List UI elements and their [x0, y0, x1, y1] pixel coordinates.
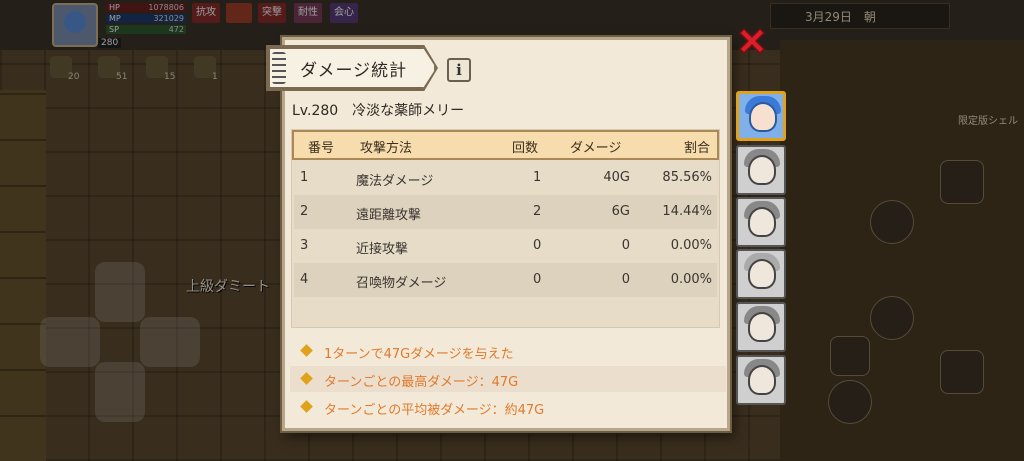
- face: [748, 259, 776, 289]
- diamond-bullet-icon: [300, 344, 313, 357]
- party-member-tab[interactable]: [736, 145, 786, 195]
- row-damage: 0: [621, 272, 630, 287]
- table-row: 1 魔法ダメージ 1 40G 85.56%: [294, 161, 717, 195]
- col-method: 攻撃方法: [360, 141, 413, 156]
- row-index: 2: [300, 204, 309, 219]
- diamond-bullet-icon: [300, 400, 313, 413]
- face: [748, 207, 776, 237]
- close-icon[interactable]: [735, 24, 769, 58]
- row-index: 4: [300, 272, 309, 287]
- table-header: 番号 攻撃方法 回数 ダメージ 割合: [292, 130, 719, 160]
- row-count: 1: [533, 170, 542, 185]
- row-index: 1: [300, 170, 309, 185]
- row-ratio: 0.00%: [670, 272, 712, 287]
- party-member-tab[interactable]: [736, 249, 786, 299]
- summary-item: ターンごとの平均被ダメージ：約47G: [290, 394, 726, 420]
- summary-text: 1ターンで47Gダメージを与えた: [324, 347, 514, 362]
- row-index: 3: [300, 238, 309, 253]
- character-name: Lv.280 冷淡な薬師メリー: [292, 103, 465, 119]
- face: [748, 155, 776, 185]
- row-ratio: 0.00%: [670, 238, 712, 253]
- table-row: 3 近接攻撃 0 0 0.00%: [294, 229, 717, 263]
- diamond-bullet-icon: [300, 372, 313, 385]
- row-ratio: 14.44%: [662, 204, 712, 219]
- face: [748, 365, 776, 395]
- row-damage: 0: [621, 238, 630, 253]
- row-count: 2: [533, 204, 542, 219]
- row-method: 魔法ダメージ: [356, 174, 434, 189]
- row-ratio: 85.56%: [662, 170, 712, 185]
- table-row: 4 召喚物ダメージ 0 0 0.00%: [294, 263, 717, 297]
- col-count: 回数: [512, 141, 539, 156]
- damage-table: 番号 攻撃方法 回数 ダメージ 割合 1 魔法ダメージ 1 40G 85.56%…: [291, 129, 720, 328]
- col-damage: ダメージ: [570, 141, 622, 156]
- face: [749, 102, 777, 132]
- party-member-tab[interactable]: [736, 355, 786, 405]
- dialog-title: ダメージ統計: [300, 61, 408, 81]
- face: [748, 312, 776, 342]
- row-method: 遠距離攻撃: [356, 208, 422, 223]
- row-method: 召喚物ダメージ: [356, 276, 447, 291]
- party-member-tab[interactable]: [736, 197, 786, 247]
- summary-text: ターンごとの最高ダメージ：47G: [324, 375, 519, 390]
- party-member-tab-selected[interactable]: [736, 91, 786, 141]
- row-damage: 40G: [603, 170, 630, 185]
- row-method: 近接攻撃: [356, 242, 409, 257]
- info-icon[interactable]: i: [447, 58, 471, 82]
- row-damage: 6G: [611, 204, 630, 219]
- col-index: 番号: [308, 141, 335, 156]
- summary-item: 1ターンで47Gダメージを与えた: [290, 338, 726, 364]
- party-member-tab[interactable]: [736, 302, 786, 352]
- row-count: 0: [533, 238, 542, 253]
- row-count: 0: [533, 272, 542, 287]
- summary-item: ターンごとの最高ダメージ：47G: [290, 366, 726, 392]
- col-ratio: 割合: [684, 141, 711, 156]
- notebook-spiral-icon: [272, 52, 286, 84]
- table-row: 2 遠距離攻撃 2 6G 14.44%: [294, 195, 717, 229]
- summary-text: ターンごとの平均被ダメージ：約47G: [324, 403, 545, 418]
